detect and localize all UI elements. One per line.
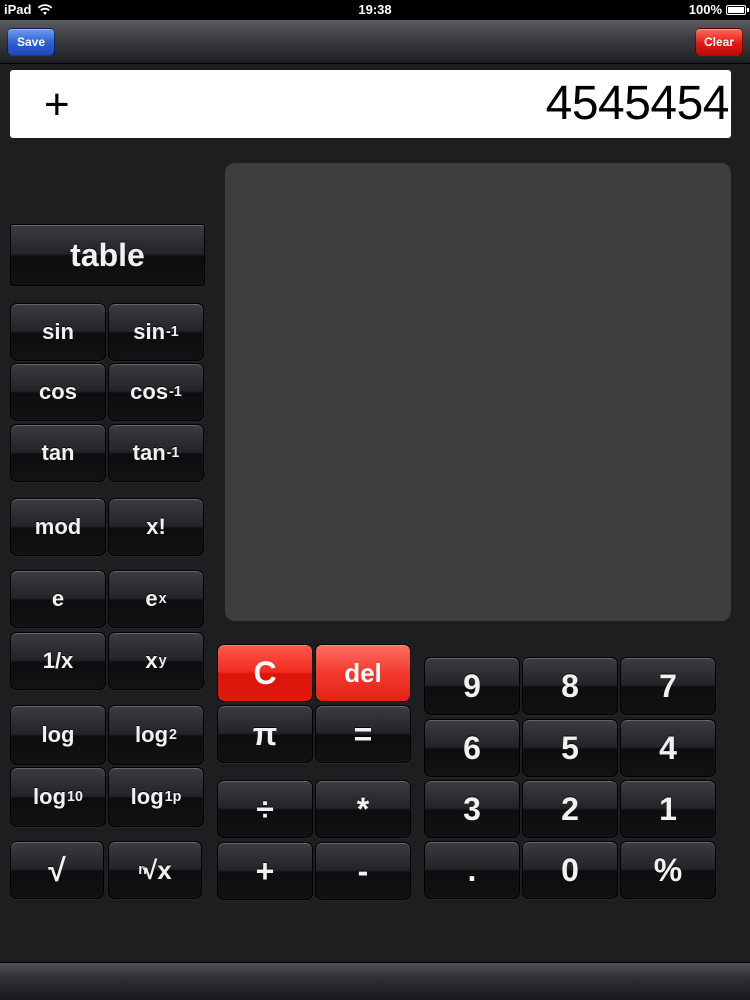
- factorial-button[interactable]: x!: [108, 498, 204, 556]
- bottom-toolbar: [0, 962, 750, 1000]
- table-panel: [225, 163, 731, 621]
- log1p-button[interactable]: log 1p: [108, 767, 204, 827]
- log2-button[interactable]: log 2: [108, 705, 204, 765]
- nth-root-button[interactable]: n √ x: [108, 841, 202, 899]
- digit-7-button[interactable]: 7: [620, 657, 716, 715]
- log-button[interactable]: log: [10, 705, 106, 765]
- e-button[interactable]: e: [10, 570, 106, 628]
- sqrt-label: √: [48, 851, 66, 888]
- digit-8-button[interactable]: 8: [522, 657, 618, 715]
- clear-button[interactable]: Clear: [695, 28, 743, 56]
- arctan-label: tan: [132, 440, 166, 465]
- digit-6-button[interactable]: 6: [424, 719, 520, 777]
- arccos-sup: -1: [169, 384, 182, 400]
- arctan-button[interactable]: tan -1: [108, 424, 204, 482]
- delete-button[interactable]: del: [315, 644, 411, 702]
- status-time: 19:38: [358, 2, 392, 17]
- percent-button[interactable]: %: [620, 841, 716, 899]
- multiply-button[interactable]: *: [315, 780, 411, 838]
- log10-label: log: [33, 784, 67, 809]
- log1p-sub: 1p: [164, 789, 182, 805]
- log10-button[interactable]: log 10: [10, 767, 106, 827]
- battery-icon: [726, 4, 749, 15]
- sin-label: sin: [42, 319, 74, 344]
- clear-entry-button[interactable]: C: [217, 644, 313, 702]
- power-sup: y: [158, 653, 167, 669]
- table-button[interactable]: table: [10, 224, 205, 286]
- nth-root-radical: √: [142, 854, 158, 885]
- digit-9-button[interactable]: 9: [424, 657, 520, 715]
- power-label: x: [145, 648, 158, 673]
- decimal-point-button[interactable]: .: [424, 841, 520, 899]
- arcsin-label: sin: [133, 319, 166, 344]
- digit-1-button[interactable]: 1: [620, 780, 716, 838]
- status-right: 100%: [688, 2, 749, 17]
- divide-button[interactable]: ÷: [217, 780, 313, 838]
- cos-label: cos: [39, 379, 77, 404]
- exp-button[interactable]: ex: [108, 570, 204, 628]
- exp-sup: x: [158, 591, 167, 607]
- log-label: log: [41, 722, 75, 747]
- power-button[interactable]: xy: [108, 632, 204, 690]
- digit-4-button[interactable]: 4: [620, 719, 716, 777]
- pi-button[interactable]: π: [217, 705, 313, 763]
- log10-sub: 10: [67, 789, 83, 805]
- battery-percent: 100%: [688, 2, 722, 17]
- calculator-display: + 4545454: [10, 70, 731, 138]
- display-operator: +: [44, 80, 70, 129]
- tan-button[interactable]: tan: [10, 424, 106, 482]
- tan-label: tan: [41, 440, 75, 465]
- arccos-label: cos: [130, 379, 169, 404]
- reciprocal-button[interactable]: 1/x: [10, 632, 106, 690]
- log1p-label: log: [130, 784, 164, 809]
- sin-button[interactable]: sin: [10, 303, 106, 361]
- equals-button[interactable]: =: [315, 705, 411, 763]
- status-bar: iPad 19:38 100%: [0, 0, 750, 20]
- arcsin-button[interactable]: sin -1: [108, 303, 204, 361]
- e-label: e: [51, 586, 65, 611]
- save-button[interactable]: Save: [7, 28, 55, 56]
- arcsin-sup: -1: [166, 324, 179, 340]
- log2-label: log: [135, 722, 169, 747]
- arccos-button[interactable]: cos -1: [108, 363, 204, 421]
- log2-sub: 2: [169, 727, 177, 743]
- sqrt-button[interactable]: √: [10, 841, 104, 899]
- digit-5-button[interactable]: 5: [522, 719, 618, 777]
- minus-button[interactable]: -: [315, 842, 411, 900]
- digit-0-button[interactable]: 0: [522, 841, 618, 899]
- arctan-sup: -1: [166, 445, 180, 461]
- reciprocal-label: 1/x: [42, 648, 74, 673]
- digit-3-button[interactable]: 3: [424, 780, 520, 838]
- exp-label: e: [145, 586, 158, 611]
- nth-root-x: x: [157, 854, 172, 885]
- factorial-label: x!: [146, 514, 166, 539]
- cos-button[interactable]: cos: [10, 363, 106, 421]
- digit-2-button[interactable]: 2: [522, 780, 618, 838]
- plus-button[interactable]: +: [217, 842, 313, 900]
- display-value: 4545454: [545, 77, 730, 130]
- mod-label: mod: [34, 514, 82, 539]
- toolbar: Save Clear: [0, 20, 750, 64]
- mod-button[interactable]: mod: [10, 498, 106, 556]
